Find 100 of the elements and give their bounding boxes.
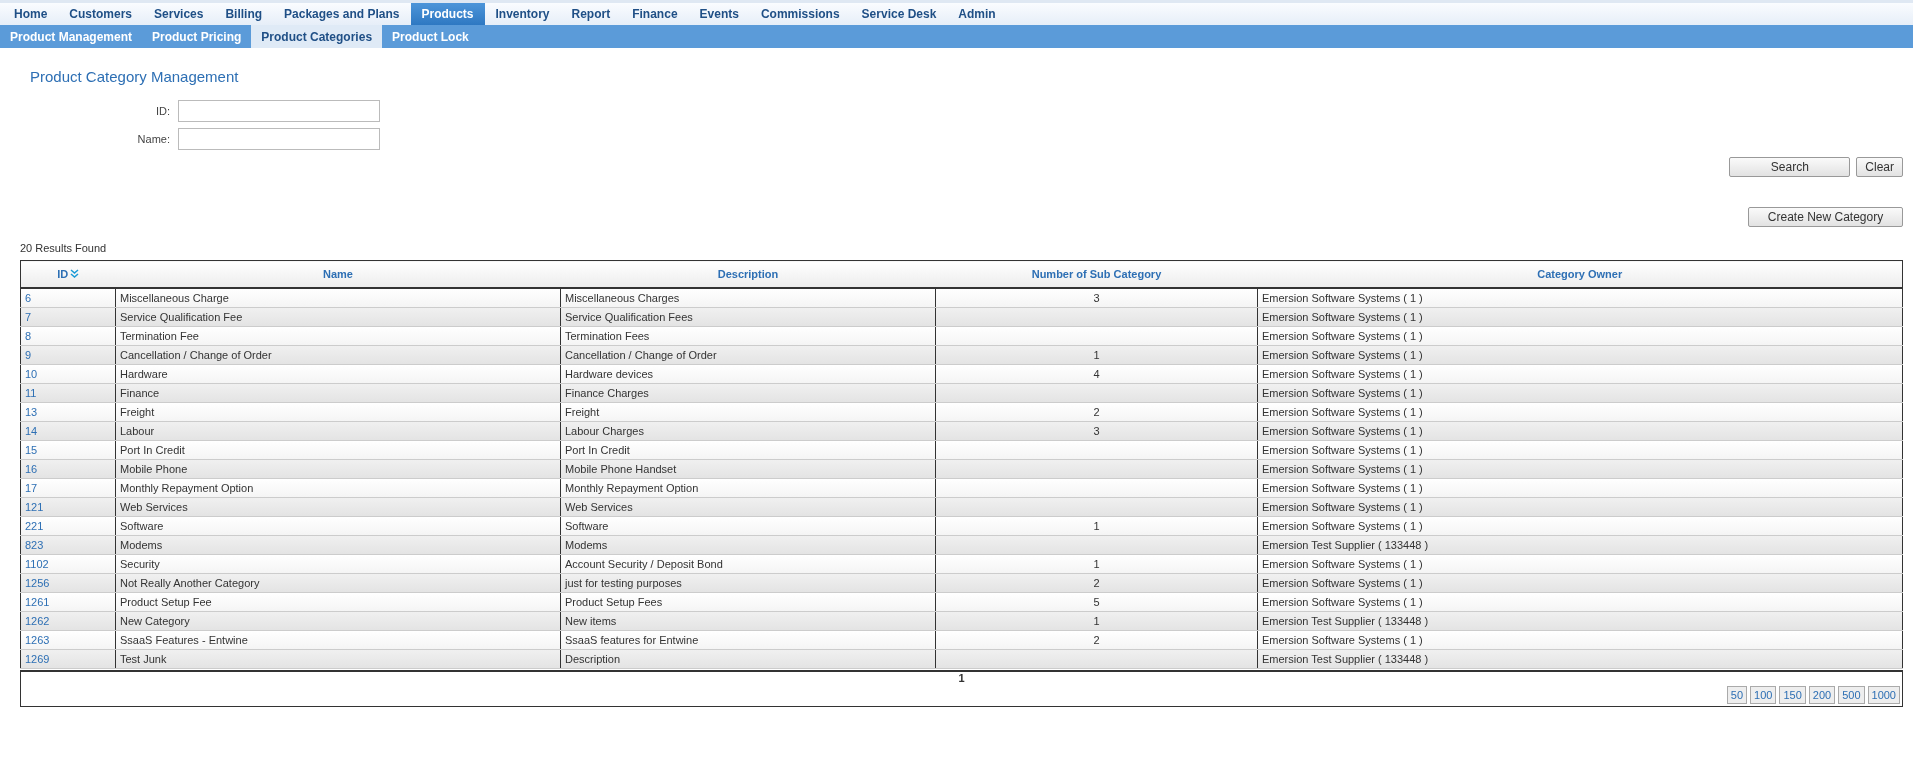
nav-tab[interactable]: Admin (947, 3, 1007, 25)
clear-button[interactable]: Clear (1856, 157, 1903, 177)
table-cell: Web Services (560, 497, 936, 517)
table-cell: 3 (935, 288, 1258, 308)
table-cell: Labour (115, 421, 561, 441)
page-size-button[interactable]: 500 (1838, 686, 1865, 704)
nav-tab[interactable]: Home (3, 3, 59, 25)
table-cell: Test Junk (115, 649, 561, 669)
id-link[interactable]: 1269 (20, 649, 116, 669)
id-link[interactable]: 1102 (20, 554, 116, 574)
nav-tab[interactable]: Events (688, 3, 750, 25)
table-cell: Emersion Software Systems ( 1 ) (1257, 383, 1903, 403)
id-link[interactable]: 14 (20, 421, 116, 441)
field-label: ID: (154, 105, 170, 117)
id-link[interactable]: 9 (20, 345, 116, 365)
id-link[interactable]: 1263 (20, 630, 116, 650)
input-field[interactable] (178, 100, 380, 122)
table-cell: 3 (935, 421, 1258, 441)
column-header[interactable]: ID (20, 260, 116, 288)
id-link[interactable]: 8 (20, 326, 116, 346)
page-size-button[interactable]: 1000 (1867, 686, 1900, 704)
sub-nav-tab[interactable]: Product Pricing (142, 25, 252, 48)
table-cell: Emersion Software Systems ( 1 ) (1257, 478, 1903, 498)
id-link[interactable]: 1261 (20, 592, 116, 612)
table-cell: Not Really Another Category (115, 573, 561, 593)
table-cell: Emersion Software Systems ( 1 ) (1257, 345, 1903, 365)
id-link[interactable]: 1256 (20, 573, 116, 593)
table-cell: Service Qualification Fee (115, 307, 561, 327)
table-cell: 2 (935, 573, 1258, 593)
table-cell: SsaaS features for Entwine (560, 630, 936, 650)
table-cell: just for testing purposes (560, 573, 936, 593)
field-label: Name: (136, 133, 170, 145)
id-link[interactable]: 17 (20, 478, 116, 498)
nav-tab[interactable]: Customers (58, 3, 144, 25)
page-size-button[interactable]: 200 (1808, 686, 1836, 704)
table-cell: Freight (560, 402, 936, 422)
nav-tab[interactable]: Services (143, 3, 215, 25)
table-cell: Monthly Repayment Option (560, 478, 936, 498)
table-cell: SsaaS Features - Entwine (115, 630, 561, 650)
table-cell: Web Services (115, 497, 561, 517)
table-cell: Emersion Software Systems ( 1 ) (1257, 440, 1903, 460)
column-header[interactable]: Description (560, 260, 936, 288)
table-cell: 1 (935, 516, 1258, 536)
search-button[interactable]: Search (1729, 157, 1851, 177)
id-link[interactable]: 823 (20, 535, 116, 555)
table-cell: New items (560, 611, 936, 631)
id-link[interactable]: 6 (20, 288, 116, 308)
page-link[interactable]: 1 (958, 672, 965, 684)
id-link[interactable]: 121 (20, 497, 116, 517)
id-link[interactable]: 11 (20, 383, 116, 403)
sort-descending-icon[interactable] (70, 269, 80, 278)
column-header[interactable]: Number of Sub Category (935, 260, 1258, 288)
page-size-button[interactable]: 50 (1726, 686, 1748, 704)
column-header[interactable]: Name (115, 260, 561, 288)
id-link[interactable]: 15 (20, 440, 116, 460)
table-cell: 2 (935, 630, 1258, 650)
table-cell: 5 (935, 592, 1258, 612)
table-cell: Emersion Software Systems ( 1 ) (1257, 592, 1903, 612)
table-cell: Termination Fee (115, 326, 561, 346)
table-cell: 1 (935, 345, 1258, 365)
id-link[interactable]: 1262 (20, 611, 116, 631)
nav-tab[interactable]: Service Desk (850, 3, 948, 25)
table-cell: Emersion Software Systems ( 1 ) (1257, 307, 1903, 327)
input-field[interactable] (178, 128, 380, 150)
page-size-button[interactable]: 150 (1779, 686, 1806, 704)
page-size-button[interactable]: 100 (1750, 686, 1777, 704)
sub-nav-tab[interactable]: Product Lock (382, 25, 479, 48)
table-cell: Security (115, 554, 561, 574)
nav-tab[interactable]: Inventory (484, 3, 561, 25)
table-cell: Port In Credit (115, 440, 561, 460)
sub-nav-tab[interactable]: Product Management (0, 25, 142, 48)
id-link[interactable]: 7 (20, 307, 116, 327)
id-link[interactable]: 221 (20, 516, 116, 536)
table-cell: Emersion Software Systems ( 1 ) (1257, 288, 1903, 308)
column-header[interactable]: Category Owner (1257, 260, 1903, 288)
table-cell: Cancellation / Change of Order (560, 345, 936, 365)
table-cell: Emersion Test Supplier ( 133448 ) (1257, 649, 1903, 669)
id-link[interactable]: 16 (20, 459, 116, 479)
table-cell: Modems (560, 535, 936, 555)
nav-tab[interactable]: Report (560, 3, 622, 25)
table-cell: Emersion Software Systems ( 1 ) (1257, 326, 1903, 346)
sub-nav-tab[interactable]: Product Categories (251, 25, 383, 48)
nav-tab[interactable]: Commissions (749, 3, 851, 25)
table-cell: Finance (115, 383, 561, 403)
table-cell: Emersion Software Systems ( 1 ) (1257, 554, 1903, 574)
create-button[interactable]: Create New Category (1748, 207, 1903, 227)
id-link[interactable]: 10 (20, 364, 116, 384)
table-cell: Termination Fees (560, 326, 936, 346)
nav-tab[interactable]: Packages and Plans (273, 3, 411, 25)
table-cell: Miscellaneous Charges (560, 288, 936, 308)
nav-tab[interactable]: Products (410, 3, 485, 25)
nav-tab[interactable]: Finance (621, 3, 689, 25)
table-cell: Emersion Software Systems ( 1 ) (1257, 630, 1903, 650)
id-link[interactable]: 13 (20, 402, 116, 422)
table-cell: Software (115, 516, 561, 536)
nav-tab[interactable]: Billing (214, 3, 274, 25)
table-cell: Product Setup Fees (560, 592, 936, 612)
page-title: Product Category Management (30, 68, 240, 85)
table-cell: Hardware devices (560, 364, 936, 384)
table-cell: Emersion Test Supplier ( 133448 ) (1257, 611, 1903, 631)
